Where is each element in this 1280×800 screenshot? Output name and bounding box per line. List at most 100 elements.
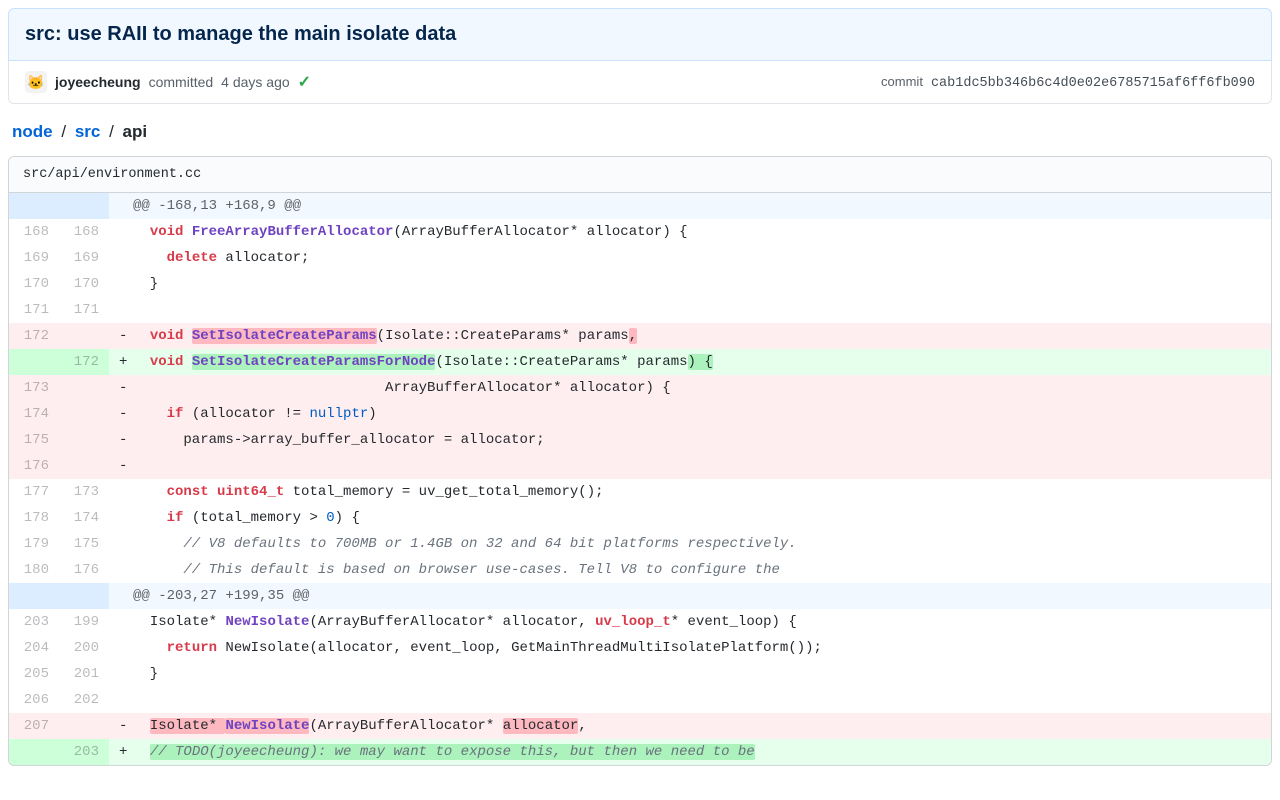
breadcrumb-leaf: api xyxy=(123,122,148,141)
diff-line: 169 169 delete allocator; xyxy=(9,245,1271,271)
tok: nullptr xyxy=(309,406,368,422)
commit-action: committed xyxy=(149,74,214,90)
diff-line-deleted: 176 - xyxy=(9,453,1271,479)
line-old[interactable]: 179 xyxy=(9,531,59,557)
diff-file: src/api/environment.cc @@ -168,13 +168,9… xyxy=(8,156,1272,766)
diff-line: 180 176 // This default is based on brow… xyxy=(9,557,1271,583)
hunk-header[interactable]: @@ -203,27 +199,35 @@ xyxy=(9,583,1271,609)
line-new[interactable]: 169 xyxy=(59,245,109,271)
line-old[interactable]: 173 xyxy=(9,375,59,401)
line-new[interactable]: 168 xyxy=(59,219,109,245)
tok: const xyxy=(167,484,209,500)
commit-time: 4 days ago xyxy=(221,74,290,90)
line-old[interactable]: 175 xyxy=(9,427,59,453)
hunk-text: @@ -168,13 +168,9 @@ xyxy=(133,198,301,214)
diff-line: 168 168 void FreeArrayBufferAllocator(Ar… xyxy=(9,219,1271,245)
line-new[interactable]: 171 xyxy=(59,297,109,323)
tok: (Isolate::CreateParams* params xyxy=(377,328,629,344)
tok: * event_loop) { xyxy=(671,614,797,630)
line-new[interactable]: 199 xyxy=(59,609,109,635)
tok: , xyxy=(578,718,586,734)
tok: total_memory = uv_get_total_memory(); xyxy=(284,484,603,500)
commit-sha[interactable]: cab1dc5bb346b6c4d0e02e6785715af6ff6fb090 xyxy=(931,76,1255,91)
tok: ) xyxy=(368,406,376,422)
tok: (allocator != xyxy=(183,406,309,422)
tok: FreeArrayBufferAllocator xyxy=(192,224,394,240)
commit-author-block: 🐱 joyeecheung committed 4 days ago ✓ xyxy=(25,71,311,93)
diff-line: 205 201 } xyxy=(9,661,1271,687)
line-old[interactable]: 174 xyxy=(9,401,59,427)
tok: uint64_t xyxy=(217,484,284,500)
diff-line: 204 200 return NewIsolate(allocator, eve… xyxy=(9,635,1271,661)
tok: (ArrayBufferAllocator* allocator, xyxy=(309,614,595,630)
author-link[interactable]: joyeecheung xyxy=(55,74,141,90)
tok: ) { xyxy=(335,510,360,526)
diff-line: 170 170 } xyxy=(9,271,1271,297)
commit-meta-bar: 🐱 joyeecheung committed 4 days ago ✓ com… xyxy=(8,61,1272,104)
line-old[interactable]: 207 xyxy=(9,713,59,739)
line-new[interactable]: 203 xyxy=(59,739,109,765)
line-old[interactable]: 168 xyxy=(9,219,59,245)
tok: NewIsolate xyxy=(225,614,309,630)
tok: Isolate* xyxy=(150,614,226,630)
diff-line-deleted: 172 - void SetIsolateCreateParams(Isolat… xyxy=(9,323,1271,349)
file-path[interactable]: src/api/environment.cc xyxy=(9,157,1271,193)
tok: if xyxy=(167,510,184,526)
line-new[interactable]: 201 xyxy=(59,661,109,687)
tok: Isolate* xyxy=(150,718,226,734)
hunk-header[interactable]: @@ -168,13 +168,9 @@ xyxy=(9,193,1271,219)
line-old[interactable]: 206 xyxy=(9,687,59,713)
line-old[interactable]: 176 xyxy=(9,453,59,479)
line-new[interactable]: 170 xyxy=(59,271,109,297)
line-old[interactable]: 204 xyxy=(9,635,59,661)
diff-line: 179 175 // V8 defaults to 700MB or 1.4GB… xyxy=(9,531,1271,557)
line-old[interactable]: 180 xyxy=(9,557,59,583)
line-new[interactable]: 173 xyxy=(59,479,109,505)
tok: NewIsolate xyxy=(225,718,309,734)
line-old[interactable]: 169 xyxy=(9,245,59,271)
status-check-icon[interactable]: ✓ xyxy=(298,72,311,92)
tok: uv_loop_t xyxy=(595,614,671,630)
line-new[interactable]: 175 xyxy=(59,531,109,557)
tok: SetIsolateCreateParams xyxy=(192,328,377,344)
diff-line-deleted: 207 - Isolate* NewIsolate(ArrayBufferAll… xyxy=(9,713,1271,739)
code-text: } xyxy=(133,666,158,682)
breadcrumb-sep: / xyxy=(57,122,70,141)
commit-title: src: use RAII to manage the main isolate… xyxy=(25,23,1255,46)
code-comment: // V8 defaults to 700MB or 1.4GB on 32 a… xyxy=(133,536,797,552)
line-old[interactable]: 178 xyxy=(9,505,59,531)
tok: ) { xyxy=(688,354,713,370)
line-new[interactable]: 176 xyxy=(59,557,109,583)
line-new[interactable]: 172 xyxy=(59,349,109,375)
breadcrumb-mid[interactable]: src xyxy=(75,122,101,141)
tok: NewIsolate(allocator, event_loop, GetMai… xyxy=(217,640,822,656)
diff-line-added: 203 + // TODO(joyeecheung): we may want … xyxy=(9,739,1271,765)
avatar[interactable]: 🐱 xyxy=(25,71,47,93)
line-old[interactable]: 203 xyxy=(9,609,59,635)
commit-sha-label: commit xyxy=(881,74,923,89)
diff-line: 178 174 if (total_memory > 0) { xyxy=(9,505,1271,531)
diff-line-deleted: 173 - ArrayBufferAllocator* allocator) { xyxy=(9,375,1271,401)
line-new[interactable]: 174 xyxy=(59,505,109,531)
tok: allocator xyxy=(503,718,579,734)
tok: if xyxy=(167,406,184,422)
tok: void xyxy=(150,224,184,240)
breadcrumb-root[interactable]: node xyxy=(12,122,53,141)
line-old[interactable]: 205 xyxy=(9,661,59,687)
tok: , xyxy=(629,328,637,344)
line-old[interactable]: 171 xyxy=(9,297,59,323)
tok: void xyxy=(150,354,184,370)
line-new[interactable]: 200 xyxy=(59,635,109,661)
diff-line-added: 172 + void SetIsolateCreateParamsForNode… xyxy=(9,349,1271,375)
code-text: } xyxy=(133,276,158,292)
line-new[interactable]: 202 xyxy=(59,687,109,713)
line-old[interactable]: 172 xyxy=(9,323,59,349)
line-old[interactable]: 170 xyxy=(9,271,59,297)
breadcrumb: node / src / api xyxy=(8,104,1272,156)
tok: (ArrayBufferAllocator* allocator) { xyxy=(393,224,687,240)
commit-header: src: use RAII to manage the main isolate… xyxy=(8,8,1272,61)
line-old[interactable]: 177 xyxy=(9,479,59,505)
code-text: params->array_buffer_allocator = allocat… xyxy=(133,432,545,448)
code-text: ArrayBufferAllocator* allocator) { xyxy=(133,380,671,396)
tok: return xyxy=(167,640,217,656)
